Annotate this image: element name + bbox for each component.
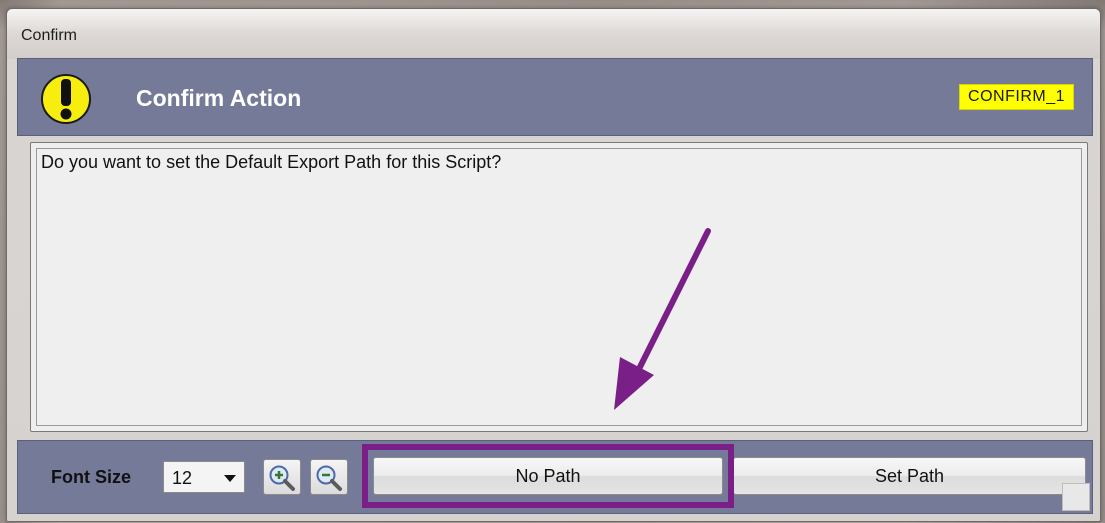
annotation-arrow — [614, 228, 711, 410]
dialog-header: Confirm Action CONFIRM_1 — [17, 58, 1093, 136]
font-size-value: 12 — [172, 468, 193, 488]
zoom-in-icon — [269, 465, 295, 491]
message-panel: Do you want to set the Default Export Pa… — [30, 142, 1088, 432]
chevron-down-icon — [224, 475, 236, 482]
message-text: Do you want to set the Default Export Pa… — [41, 152, 502, 172]
set-path-button[interactable]: Set Path — [733, 457, 1086, 495]
zoom-out-button[interactable] — [310, 459, 348, 495]
resize-grip[interactable] — [1062, 483, 1090, 511]
font-size-select[interactable]: 12 — [163, 461, 245, 493]
zoom-in-button[interactable] — [263, 459, 301, 495]
exclamation-warning-icon — [41, 74, 91, 124]
font-size-label: Font Size — [51, 467, 131, 487]
header-title: Confirm Action — [136, 85, 302, 111]
zoom-out-icon — [316, 465, 342, 491]
window-title: Confirm — [21, 27, 78, 44]
annotation-highlight-box — [362, 444, 734, 508]
dialog-code-badge: CONFIRM_1 — [959, 84, 1074, 110]
title-bar[interactable]: Confirm — [7, 9, 1100, 59]
message-area: Do you want to set the Default Export Pa… — [36, 148, 1082, 426]
